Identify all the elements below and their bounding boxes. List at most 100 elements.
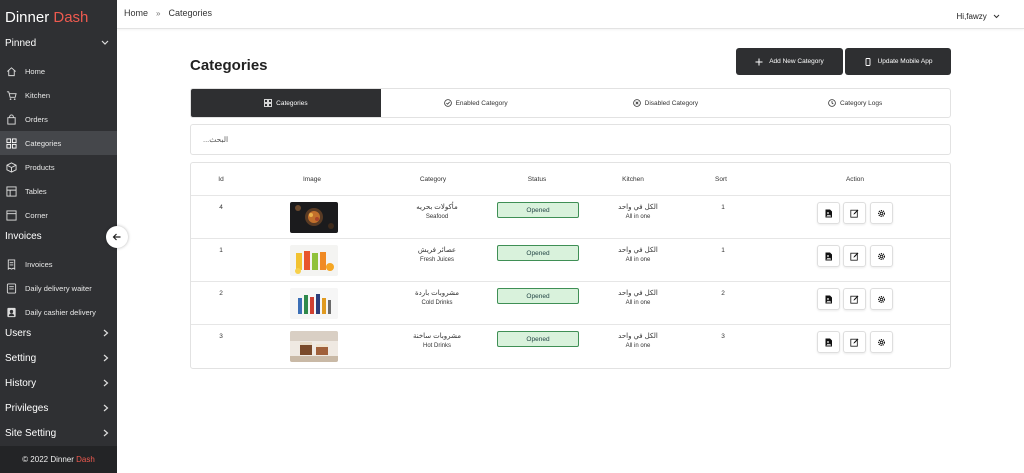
section-pinned[interactable]: Pinned	[0, 34, 117, 59]
edit-icon	[850, 295, 859, 304]
table-row: 2 مشروبات باردة Cold Drinks Opened الكل …	[191, 282, 950, 325]
user-menu[interactable]: Hi,fawzy	[957, 12, 1000, 21]
category-name-en: Seafood	[425, 214, 449, 220]
gear-icon	[877, 252, 886, 260]
delivery-icon	[6, 282, 17, 294]
kitchen-name-ar: الكل في واحد	[618, 333, 658, 340]
sidebar-item-label: Invoices	[25, 259, 53, 269]
cell-kitchen: الكل في واحد All in one	[618, 289, 658, 306]
tab-categories[interactable]: Categories	[191, 89, 381, 117]
breadcrumb-home[interactable]: Home	[124, 8, 148, 18]
sidebar-collapse-button[interactable]	[106, 226, 128, 248]
section-setting[interactable]: Setting	[0, 349, 117, 374]
edit-button[interactable]	[843, 245, 866, 267]
brand-accent: Dash	[53, 9, 89, 26]
sidebar-item-kitchen[interactable]: Kitchen	[0, 83, 117, 107]
cell-sort: 2	[721, 290, 725, 297]
cell-sort: 3	[721, 333, 725, 340]
sidebar-item-categories[interactable]: Categories	[0, 131, 117, 155]
status-badge: Opened	[497, 331, 579, 347]
sidebar-item-products[interactable]: Products	[0, 155, 117, 179]
add-category-button[interactable]: Add New Category	[736, 48, 843, 75]
category-name-ar: عصائر فريش	[417, 247, 457, 254]
status-badge: Opened	[497, 288, 579, 304]
kitchen-name-ar: الكل في واحد	[618, 247, 658, 254]
page-title: Categories	[190, 57, 268, 74]
sidebar-footer: © 2022 Dinner Dash	[0, 446, 117, 473]
edit-button[interactable]	[843, 202, 866, 224]
footer-text: © 2022 Dinner	[22, 455, 74, 464]
section-label: Privileges	[5, 403, 49, 414]
cell-category: عصائر فريش Fresh Juices	[418, 246, 456, 263]
kitchen-name-en: All in one	[625, 257, 651, 263]
table-row: 4 مأكولات بحريه Seafood Opened الكل في و…	[191, 196, 950, 239]
update-mobile-app-button[interactable]: Update Mobile App	[845, 48, 951, 75]
chevron-right-icon	[103, 404, 109, 414]
tab-category-logs[interactable]: Category Logs	[760, 89, 950, 117]
view-image-button[interactable]	[817, 331, 840, 353]
section-label: Pinned	[5, 38, 37, 49]
edit-button[interactable]	[843, 331, 866, 353]
sidebar-item-tables[interactable]: Tables	[0, 179, 117, 203]
sidebar-item-home[interactable]: Home	[0, 59, 117, 83]
sidebar-item-label: Tables	[25, 186, 47, 196]
column-header-sort: Sort	[715, 176, 727, 183]
section-privileges[interactable]: Privileges	[0, 399, 117, 424]
cell-id: 1	[219, 247, 223, 254]
settings-button[interactable]	[870, 288, 893, 310]
column-header-kitchen: Kitchen	[622, 176, 644, 183]
search-input[interactable]	[190, 124, 951, 155]
view-image-button[interactable]	[817, 202, 840, 224]
column-header-id: Id	[218, 176, 224, 183]
column-header-action: Action	[845, 176, 865, 183]
chevron-right-icon	[103, 354, 109, 364]
cashier-icon	[7, 307, 16, 317]
table-header: Id Image Category Status Kitchen Sort Ac…	[191, 163, 950, 196]
section-history[interactable]: History	[0, 374, 117, 399]
section-label: Setting	[5, 353, 37, 364]
chevron-right-icon	[103, 329, 109, 339]
sidebar-item-label: Orders	[25, 114, 48, 124]
check-circle-icon	[443, 99, 452, 107]
sidebar-item-invoices[interactable]: Invoices	[0, 252, 117, 276]
chevron-right-icon	[103, 379, 109, 389]
kitchen-name-ar: الكل في واحد	[618, 204, 658, 211]
section-label: Users	[5, 328, 32, 339]
sidebar-item-orders[interactable]: Orders	[0, 107, 117, 131]
sidebar-item-delivery-waiter[interactable]: Daily delivery waiter	[0, 276, 117, 300]
category-tabs: Categories Enabled Category Disabled Cat…	[190, 88, 951, 118]
brand-logo[interactable]: Dinner Dash	[0, 0, 117, 34]
kitchen-name-en: All in one	[625, 300, 651, 306]
sidebar-item-label: Daily delivery waiter	[25, 283, 92, 293]
section-users[interactable]: Users	[0, 324, 117, 349]
sidebar-item-label: Daily cashier delivery	[25, 307, 96, 317]
settings-button[interactable]	[870, 331, 893, 353]
tab-disabled-category[interactable]: Disabled Category	[571, 89, 761, 117]
settings-button[interactable]	[870, 245, 893, 267]
view-image-button[interactable]	[817, 288, 840, 310]
gear-icon	[877, 295, 886, 303]
section-label: History	[5, 378, 37, 389]
cell-sort: 1	[721, 247, 725, 254]
section-invoices[interactable]: Invoices	[0, 227, 117, 252]
kitchen-name-en: All in one	[625, 343, 651, 349]
sidebar-item-corner[interactable]: Corner	[0, 203, 117, 227]
sidebar-item-cashier-delivery[interactable]: Daily cashier delivery	[0, 300, 117, 324]
sidebar: Dinner Dash Pinned Home Kitchen Orders C…	[0, 0, 117, 473]
cell-id: 4	[219, 204, 223, 211]
cell-category: مأكولات بحريه Seafood	[416, 203, 457, 220]
box-icon	[6, 161, 17, 173]
chevron-down-icon	[101, 39, 109, 48]
column-header-image: Image	[302, 176, 322, 183]
sidebar-item-label: Corner	[25, 210, 48, 220]
section-label: Site Setting	[5, 428, 57, 439]
tab-enabled-category[interactable]: Enabled Category	[381, 89, 571, 117]
user-greeting: Hi,fawzy	[956, 12, 987, 21]
home-icon	[7, 66, 16, 76]
edit-button[interactable]	[843, 288, 866, 310]
view-image-button[interactable]	[817, 245, 840, 267]
settings-button[interactable]	[870, 202, 893, 224]
sidebar-item-label: Home	[25, 66, 46, 76]
image-file-icon	[825, 295, 832, 303]
category-image-seafood	[290, 202, 338, 233]
